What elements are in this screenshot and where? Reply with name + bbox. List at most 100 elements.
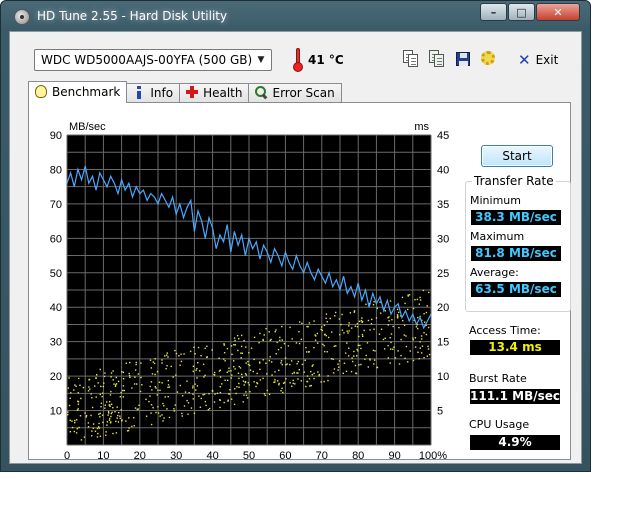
access-time-point <box>306 380 309 383</box>
access-time-point <box>313 320 315 322</box>
access-time-point <box>82 386 85 389</box>
access-time-point <box>337 369 339 371</box>
access-time-point <box>88 379 90 381</box>
close-button[interactable]: ✕ <box>536 3 580 21</box>
tab-health[interactable]: Health <box>179 83 250 103</box>
access-time-point <box>128 374 131 377</box>
start-button[interactable]: Start <box>481 145 553 167</box>
access-time-point <box>266 373 268 375</box>
access-time-point <box>362 335 364 337</box>
access-time-point <box>154 358 156 360</box>
access-time-point <box>306 375 309 377</box>
tab-bar: Benchmark Info Health Error Scan <box>28 81 342 103</box>
access-time-point <box>70 392 72 394</box>
access-time-point <box>259 379 262 381</box>
access-time-point <box>100 402 103 405</box>
access-time-point <box>87 422 90 424</box>
title-bar[interactable]: HD Tune 2.55 - Hard Disk Utility – □ ✕ <box>1 1 590 31</box>
tab-info[interactable]: Info <box>126 83 181 103</box>
access-time-point <box>148 400 150 403</box>
tab-error-scan[interactable]: Error Scan <box>248 83 342 103</box>
access-time-point <box>419 296 421 299</box>
access-time-point <box>230 377 232 379</box>
right-tick-label: 15 <box>437 337 449 349</box>
access-time-point <box>318 373 321 376</box>
access-time-point <box>162 402 164 405</box>
copy-screenshot-icon[interactable] <box>428 50 446 68</box>
access-time-point <box>96 436 99 438</box>
access-time-point <box>206 345 208 347</box>
access-time-point <box>366 342 369 344</box>
access-time-point <box>243 384 245 386</box>
save-icon[interactable] <box>454 50 472 68</box>
access-time-point <box>99 412 101 415</box>
access-time-point <box>167 395 169 398</box>
access-time-point <box>114 385 117 388</box>
access-time-point <box>417 351 419 353</box>
access-time-point <box>239 367 242 369</box>
access-time-point <box>289 326 291 329</box>
access-time-point <box>150 403 153 406</box>
access-time-point <box>390 341 392 344</box>
access-time-point <box>312 364 314 366</box>
access-time-point <box>98 413 100 415</box>
access-time-point <box>326 321 329 323</box>
access-time-point <box>150 367 153 369</box>
access-time-point <box>202 394 204 396</box>
access-time-point <box>97 426 100 428</box>
access-time-point <box>161 359 163 361</box>
access-time-point <box>114 410 116 413</box>
access-time-point <box>262 359 264 361</box>
access-time-point <box>233 366 235 368</box>
access-time-point <box>238 337 240 340</box>
access-time-point <box>87 426 90 428</box>
exit-button[interactable]: ✕ Exit <box>518 50 558 70</box>
access-time-point <box>229 389 231 391</box>
chevron-down-icon[interactable]: ▼ <box>254 53 268 67</box>
minimize-button[interactable]: – <box>480 3 507 21</box>
access-time-point <box>157 412 160 414</box>
access-time-point <box>406 308 409 311</box>
access-time-point <box>149 395 151 397</box>
options-gear-icon[interactable] <box>480 50 498 68</box>
access-time-point <box>390 333 393 335</box>
copy-text-icon[interactable] <box>402 50 420 68</box>
access-time-point <box>414 337 417 339</box>
access-time-point <box>427 348 430 350</box>
access-time-point <box>230 370 232 372</box>
health-cross-icon <box>186 86 199 99</box>
access-time-point <box>330 358 333 360</box>
access-time-point <box>227 399 230 401</box>
maximize-button[interactable]: □ <box>508 3 535 21</box>
drive-select[interactable]: WDC WD5000AAJS-00YFA (500 GB) ▼ <box>34 49 272 71</box>
access-time-point <box>192 387 194 389</box>
access-time-point <box>140 362 142 364</box>
left-axis-unit: MB/sec <box>69 121 106 133</box>
access-time-point <box>204 400 207 403</box>
access-time-point <box>320 381 322 383</box>
access-time-point <box>213 401 216 403</box>
access-time-point <box>67 387 70 389</box>
access-time-point <box>188 392 190 394</box>
access-time-point <box>372 304 375 306</box>
access-time-point <box>106 424 108 426</box>
access-time-point <box>205 404 207 407</box>
tab-benchmark[interactable]: Benchmark <box>28 81 128 103</box>
access-time-point <box>174 349 176 352</box>
access-time-point <box>236 334 239 337</box>
maximum-label: Maximum <box>470 230 525 243</box>
access-time-point <box>265 362 267 365</box>
access-time-point <box>110 415 112 418</box>
access-time-point <box>175 374 177 376</box>
access-time-point <box>371 318 373 321</box>
access-time-point <box>301 322 303 325</box>
access-time-point <box>110 372 113 374</box>
access-time-point <box>321 326 323 328</box>
access-time-point <box>369 329 371 331</box>
access-time-point <box>404 357 406 360</box>
access-time-point <box>423 313 425 315</box>
access-time-point <box>127 429 130 432</box>
access-time-point <box>101 392 104 394</box>
access-time-point <box>421 345 424 347</box>
access-time-point <box>367 319 370 322</box>
